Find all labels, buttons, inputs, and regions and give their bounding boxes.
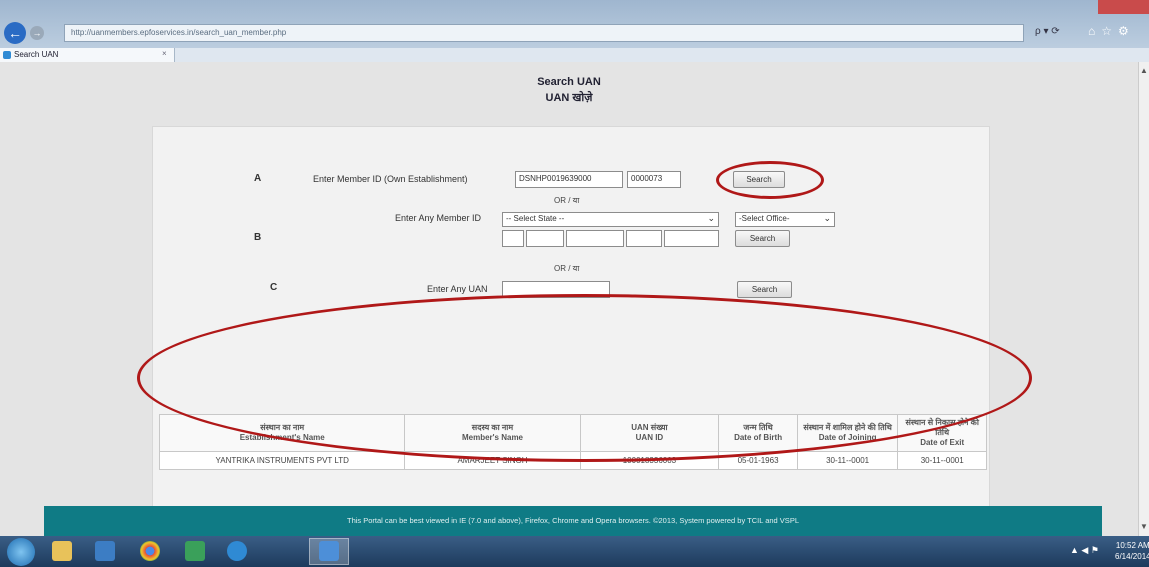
establishment-code-input[interactable]: DSNHP0019639000: [515, 171, 623, 188]
window-icon[interactable]: [319, 541, 339, 561]
taskbar-clock[interactable]: 10:52 AM 6/14/2014: [1115, 540, 1149, 562]
office-select[interactable]: -Select Office- ⌄: [735, 212, 835, 227]
header-en: Date of Exit: [920, 438, 965, 447]
header-hi: संस्थान का नाम: [260, 423, 305, 432]
search-a-button[interactable]: Search: [733, 171, 785, 188]
chrome-icon[interactable]: [140, 541, 160, 561]
results-table: संस्थान का नाम Establishment's Name सदस्य…: [158, 414, 987, 470]
close-tab-icon[interactable]: ×: [162, 49, 167, 58]
vertical-scrollbar[interactable]: [1138, 62, 1149, 536]
member-id-part-4[interactable]: [626, 230, 662, 247]
media-player-icon[interactable]: [95, 541, 115, 561]
header-en: Date of Birth: [734, 433, 783, 442]
section-b-letter: B: [254, 232, 262, 243]
cell-doj: 30-11--0001: [796, 451, 899, 470]
cell-establishment: YANTRIKA INSTRUMENTS PVT LTD: [158, 451, 406, 470]
state-select-value: -- Select State --: [506, 214, 565, 223]
office-select-value: -Select Office-: [739, 214, 790, 223]
header-en: Member's Name: [461, 433, 524, 442]
address-controls[interactable]: ρ ▾ ⟳: [1035, 26, 1060, 37]
back-button[interactable]: ←: [4, 22, 26, 44]
cell-dob: 05-01-1963: [718, 451, 798, 470]
clock-date: 6/14/2014: [1115, 552, 1149, 561]
header-dob: जन्म तिथि Date of Birth: [718, 414, 798, 452]
address-bar[interactable]: http://uanmembers.epfoservices.in/search…: [64, 24, 1024, 42]
system-tray-icons[interactable]: ▲ ◀ ⚑: [1070, 545, 1099, 556]
search-panel: A Enter Member ID (Own Establishment) DS…: [152, 126, 990, 532]
cell-uan: 100018336003: [579, 451, 720, 470]
header-hi: संस्थान में शामिल होने की तिथि: [803, 423, 892, 432]
header-en: UAN ID: [635, 433, 664, 442]
search-b-button[interactable]: Search: [735, 230, 790, 247]
chevron-down-icon: ⌄: [707, 213, 715, 223]
page-footer: This Portal can be best viewed in IE (7.…: [44, 506, 1102, 536]
chevron-down-icon: ⌄: [823, 213, 831, 223]
header-hi: UAN संख्या: [631, 423, 668, 432]
cell-doe: 30-11--0001: [897, 451, 987, 470]
header-establishment: संस्थान का नाम Establishment's Name: [158, 414, 406, 452]
header-doe: संस्थान से निकास होने की तिथि Date of Exi…: [897, 414, 987, 452]
table-header-row: संस्थान का नाम Establishment's Name सदस्य…: [158, 414, 987, 452]
header-en: Date of Joining: [818, 433, 877, 442]
page-viewport: Search UAN UAN खोज़े A Enter Member ID (…: [0, 62, 1138, 536]
window-controls[interactable]: [1098, 0, 1149, 14]
header-doj: संस्थान में शामिल होने की तिथि Date of Jo…: [796, 414, 899, 452]
header-hi: जन्म तिथि: [743, 423, 773, 432]
header-uan: UAN संख्या UAN ID: [579, 414, 720, 452]
tab-search-uan[interactable]: Search UAN: [0, 48, 175, 62]
state-select[interactable]: -- Select State -- ⌄: [502, 212, 719, 227]
taskbar: [0, 536, 1149, 567]
home-star-gear-icons[interactable]: ⌂☆⚙: [1088, 24, 1135, 38]
page-title-en: Search UAN: [537, 76, 601, 88]
member-number-input[interactable]: 0000073: [627, 171, 681, 188]
clock-time: 10:52 AM: [1115, 541, 1149, 550]
header-hi: संस्थान से निकास होने की तिथि: [905, 418, 979, 437]
footer-text: This Portal can be best viewed in IE (7.…: [346, 516, 799, 525]
scroll-down-icon[interactable]: ▼: [1140, 522, 1148, 531]
header-member: सदस्य का नाम Member's Name: [404, 414, 581, 452]
section-a-letter: A: [254, 173, 262, 184]
page-title-hi: UAN खोज़े: [545, 92, 593, 104]
cell-member: AMARJEET SINGH: [404, 451, 581, 470]
member-id-any-label: Enter Any Member ID: [395, 213, 482, 223]
uan-input[interactable]: [502, 281, 610, 298]
page-icon: [3, 51, 11, 59]
app-icon[interactable]: [185, 541, 205, 561]
header-en: Establishment's Name: [239, 433, 325, 442]
scroll-up-icon[interactable]: ▲: [1140, 66, 1148, 75]
member-id-part-3[interactable]: [566, 230, 624, 247]
start-button[interactable]: [7, 538, 35, 566]
uan-label: Enter Any UAN: [427, 284, 488, 294]
member-id-part-5[interactable]: [664, 230, 719, 247]
internet-explorer-icon[interactable]: [227, 541, 247, 561]
section-c-letter: C: [270, 282, 278, 293]
or-label-2: OR / या: [554, 264, 580, 273]
member-id-part-1[interactable]: [502, 230, 524, 247]
forward-button[interactable]: →: [30, 26, 44, 40]
table-row: YANTRIKA INSTRUMENTS PVT LTD AMARJEET SI…: [158, 451, 987, 470]
member-id-part-2[interactable]: [526, 230, 564, 247]
or-label-1: OR / या: [554, 196, 580, 205]
search-c-button[interactable]: Search: [737, 281, 792, 298]
member-id-own-label: Enter Member ID (Own Establishment): [313, 174, 468, 184]
file-explorer-icon[interactable]: [52, 541, 72, 561]
header-hi: सदस्य का नाम: [471, 423, 514, 432]
